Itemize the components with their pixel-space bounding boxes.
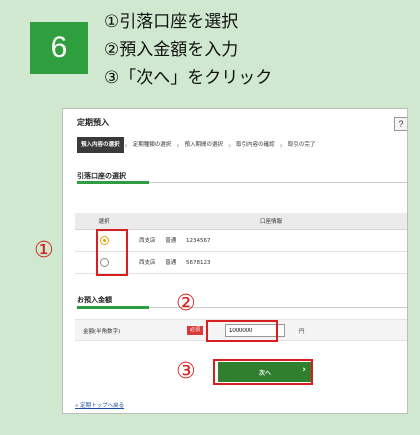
amount-section-title: お預入金額 [77, 296, 112, 304]
instruction-2: ②預入金額を入力 [104, 40, 239, 60]
instruction-3: ③「次へ」をクリック [104, 68, 273, 88]
column-account-info: 口座情報 [133, 213, 407, 230]
section-divider [77, 306, 407, 309]
annotation-box-1 [96, 229, 128, 276]
double-chevron-left-icon: « [75, 403, 79, 409]
step-instructions: ①引落口座を選択 ②預入金額を入力 ③「次へ」をクリック [104, 8, 272, 92]
account-section-title: 引落口座の選択 [77, 172, 126, 180]
account-number: 5678123 [186, 260, 211, 266]
step-confirm: 取引内容の確認 [236, 142, 275, 148]
account-type: 普通 [165, 260, 177, 266]
annotation-box-2 [206, 320, 278, 342]
amount-unit: 円 [299, 329, 305, 335]
section-divider [77, 181, 407, 184]
step-number: 6 [30, 22, 88, 74]
chevron-right-icon: › [227, 140, 232, 150]
annotation-number-2: ② [176, 291, 196, 316]
annotation-box-3 [213, 359, 313, 385]
step-select-content: 預入内容の選択 [77, 137, 124, 153]
instruction-1: ①引落口座を選択 [104, 12, 239, 32]
chevron-right-icon: › [176, 140, 180, 150]
annotation-number-1: ① [34, 238, 54, 263]
step-select-period: 預入期間の選択 [184, 142, 223, 148]
branch-name: 西支店 [139, 238, 156, 244]
step-complete: 取引の完了 [287, 142, 316, 148]
help-icon[interactable]: ? [394, 117, 407, 131]
chevron-right-icon: › [124, 140, 128, 150]
account-number: 1234567 [186, 238, 211, 244]
page-title: 定期預入 [77, 118, 109, 127]
progress-steps: 預入内容の選択 › 定期種類の選択 › 預入期間の選択 › 取引内容の確認 › … [77, 137, 319, 153]
back-to-top-link[interactable]: « 定期トップへ戻る [75, 401, 124, 409]
step-select-type: 定期種類の選択 [132, 142, 172, 148]
account-type: 普通 [165, 238, 177, 244]
annotation-number-3: ③ [176, 359, 196, 384]
table-header-row: 選択 口座情報 [75, 213, 407, 230]
amount-label: 金額(半角数字) [83, 329, 121, 335]
required-badge: 必須 [187, 326, 203, 335]
column-select: 選択 [75, 213, 133, 230]
chevron-right-icon: › [279, 140, 283, 150]
branch-name: 西支店 [139, 260, 156, 266]
